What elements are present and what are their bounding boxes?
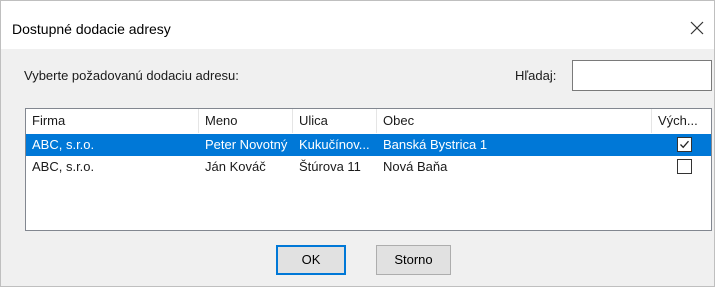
search-label: Hľadaj: [515,68,557,83]
table-header: Firma Meno Ulica Obec Vých... [26,109,711,133]
cell-firma: ABC, s.r.o. [32,137,95,152]
checkmark-icon [680,140,689,149]
cell-ulica: Kukučínov... [299,137,370,152]
column-header-firma[interactable]: Firma [26,109,199,133]
table-row[interactable]: ABC, s.r.o. Peter Novotný Kukučínov... B… [26,134,711,156]
close-icon [690,21,704,35]
title-bar: Dostupné dodacie adresy [1,4,714,49]
prompt-label: Vyberte požadovanú dodaciu adresu: [24,68,239,83]
dialog-title: Dostupné dodacie adresy [12,21,171,37]
default-checkbox[interactable] [677,137,692,152]
default-checkbox[interactable] [677,159,692,174]
column-header-obec[interactable]: Obec [377,109,652,133]
cancel-button[interactable]: Storno [376,245,451,275]
column-header-meno[interactable]: Meno [199,109,293,133]
search-input[interactable] [572,60,712,91]
cell-obec: Banská Bystrica 1 [383,137,488,152]
cell-meno: Peter Novotný [205,137,288,152]
ok-button[interactable]: OK [276,245,346,275]
dialog-window: Dostupné dodacie adresy Vyberte požadova… [0,0,715,287]
address-table: Firma Meno Ulica Obec Vých... ABC, s.r.o… [25,108,712,231]
cell-ulica: Štúrova 11 [299,159,361,174]
close-button[interactable] [686,17,708,39]
table-row[interactable]: ABC, s.r.o. Ján Kováč Štúrova 11 Nová Ba… [26,156,711,178]
cell-obec: Nová Baňa [383,159,448,174]
column-header-vychodzia[interactable]: Vých... [652,109,711,133]
cell-firma: ABC, s.r.o. [32,159,95,174]
cell-meno: Ján Kováč [205,159,266,174]
column-header-ulica[interactable]: Ulica [293,109,377,133]
